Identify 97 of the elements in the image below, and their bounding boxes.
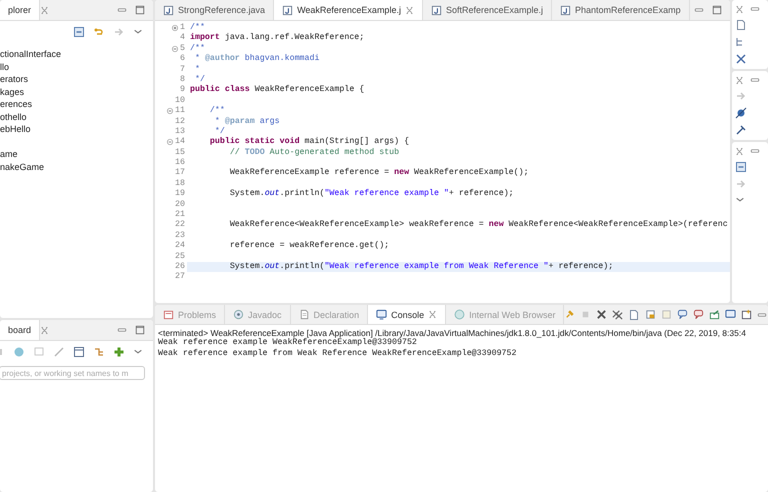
window-icon[interactable] — [73, 346, 85, 358]
line-number: 25 — [175, 252, 185, 262]
file-icon — [163, 4, 174, 16]
project-item[interactable]: othello — [0, 110, 153, 123]
close-icon[interactable] — [40, 6, 50, 14]
close-icon[interactable] — [404, 6, 414, 14]
line-number: 21 — [175, 210, 185, 220]
branch-icon[interactable] — [93, 346, 105, 358]
code-line: /** — [189, 23, 206, 33]
view-tab[interactable]: board — [0, 320, 40, 340]
close-icon[interactable] — [735, 146, 744, 156]
console-output: Weak reference example WeakReferenceExample@33909752 — [157, 338, 418, 348]
line-number: 16 — [175, 158, 185, 168]
code-line: System.out.println("Weak reference example from Weak Reference "+ reference); — [228, 262, 614, 272]
code-line: public class WeakReferenceExample { — [189, 85, 366, 96]
new-document-icon[interactable] — [735, 19, 747, 31]
project-item[interactable]: erences — [0, 98, 153, 110]
collapse-all-icon[interactable] — [735, 161, 747, 173]
line-number: 23 — [175, 230, 185, 242]
collapse-all-icon[interactable] — [73, 26, 85, 38]
project-item[interactable]: ebHello — [0, 123, 153, 136]
maximize-icon[interactable] — [135, 5, 145, 15]
line-number: 11 — [175, 106, 185, 117]
new-window-icon[interactable] — [741, 309, 752, 320]
document-icon — [298, 309, 310, 320]
search-field[interactable]: projects, or working set names to m — [0, 366, 145, 380]
error-bubble-icon[interactable] — [693, 309, 704, 320]
editor-tab[interactable]: SoftReferenceExample.j — [422, 0, 552, 20]
close-icon[interactable] — [735, 76, 744, 84]
file-icon — [282, 4, 294, 16]
code-line: * @author bhagvan.kommadi — [194, 54, 320, 65]
code-line: * — [194, 64, 201, 75]
line-number: 6 — [180, 54, 185, 65]
project-item[interactable]: ame — [0, 136, 153, 160]
plus-icon[interactable] — [113, 346, 125, 358]
console-status: <terminated> WeakReferenceExample [Java Application] /Library/Java/JavaVirtualMachines/jdk1.8.0_101.jdk/Contents/Home/bin/java (Dec 22, 2019, 8:35:4 — [157, 327, 747, 338]
speech-bubble-icon[interactable] — [677, 309, 688, 320]
code-line: */ — [214, 126, 226, 137]
code-line: * @param args — [214, 116, 281, 127]
collapse-fold-icon[interactable] — [166, 107, 174, 116]
line-number: 15 — [175, 148, 185, 158]
line-number: 14 — [175, 137, 185, 148]
line-number: 27 — [175, 272, 185, 283]
remove-icon[interactable] — [596, 309, 608, 320]
project-item[interactable]: ctionalInterface — [0, 48, 153, 60]
collapse-fold-icon[interactable] — [166, 138, 174, 146]
file-icon — [430, 4, 442, 16]
code-line: import java.lang.ref.WeakReference; — [189, 33, 366, 44]
line-number: 20 — [175, 200, 185, 210]
maximize-icon[interactable] — [712, 5, 722, 15]
code-line: WeakReference<WeakReferenceExample> weakReference = new WeakReference<WeakReferenceExample>(referenc — [228, 220, 729, 231]
close-icon[interactable] — [428, 310, 438, 319]
monitor-icon — [376, 309, 388, 320]
line-number: 12 — [175, 116, 185, 127]
line-number: 19 — [175, 189, 185, 200]
project-item[interactable]: llo — [0, 60, 153, 73]
code-line: // TODO Auto-generated method stub — [228, 148, 400, 158]
line-number: 5 — [180, 44, 185, 54]
code-line: System.out.println("Weak reference example "+ reference); — [228, 189, 515, 200]
code-line: WeakReferenceExample reference = new WeakReferenceExample(); — [228, 168, 530, 179]
line-number: 7 — [180, 64, 185, 75]
line-number: 18 — [175, 178, 185, 190]
close-icon[interactable] — [735, 4, 744, 14]
line-number: 10 — [175, 96, 185, 106]
collapse-fold-icon[interactable] — [171, 44, 180, 53]
code-line: */ — [194, 74, 206, 85]
clear-document-icon[interactable] — [628, 308, 640, 320]
remove-all-icon[interactable] — [612, 309, 624, 320]
project-item[interactable]: kages — [0, 86, 153, 98]
line-number: 9 — [180, 85, 185, 96]
line-number: 8 — [180, 74, 185, 86]
code-line: /** — [208, 106, 226, 117]
close-icon[interactable] — [40, 326, 50, 334]
x-mark-icon[interactable] — [735, 53, 747, 65]
monitor-icon[interactable] — [725, 309, 736, 320]
view-tab[interactable]: Console — [368, 305, 446, 324]
warning-list-icon — [163, 309, 174, 320]
line-number: 13 — [175, 126, 185, 138]
line-number: 22 — [175, 220, 185, 231]
console-output: Weak reference example from Weak Reference WeakReferenceExample@33909752 — [157, 348, 518, 359]
line-number: 1 — [180, 23, 185, 34]
file-icon — [560, 4, 572, 16]
code-line: reference = weakReference.get(); — [228, 241, 390, 252]
project-item[interactable]: nakeGame — [0, 160, 153, 173]
code-line: /** — [189, 44, 206, 54]
expand-fold-icon[interactable] — [171, 24, 180, 32]
maximize-icon[interactable] — [135, 325, 145, 335]
code-line: public static void main(String[] args) { — [208, 137, 410, 148]
editor-tab[interactable]: WeakReferenceExample.j — [274, 0, 423, 20]
editor-tab[interactable]: PhantomReferenceExamp — [552, 0, 690, 20]
project-item[interactable]: erators — [0, 73, 153, 86]
view-tab[interactable]: plorer — [0, 0, 40, 20]
line-number: 24 — [175, 241, 185, 252]
line-number: 17 — [175, 168, 185, 179]
pin-window-icon[interactable] — [709, 309, 720, 320]
line-number: 4 — [180, 33, 185, 44]
line-number: 26 — [175, 262, 185, 272]
